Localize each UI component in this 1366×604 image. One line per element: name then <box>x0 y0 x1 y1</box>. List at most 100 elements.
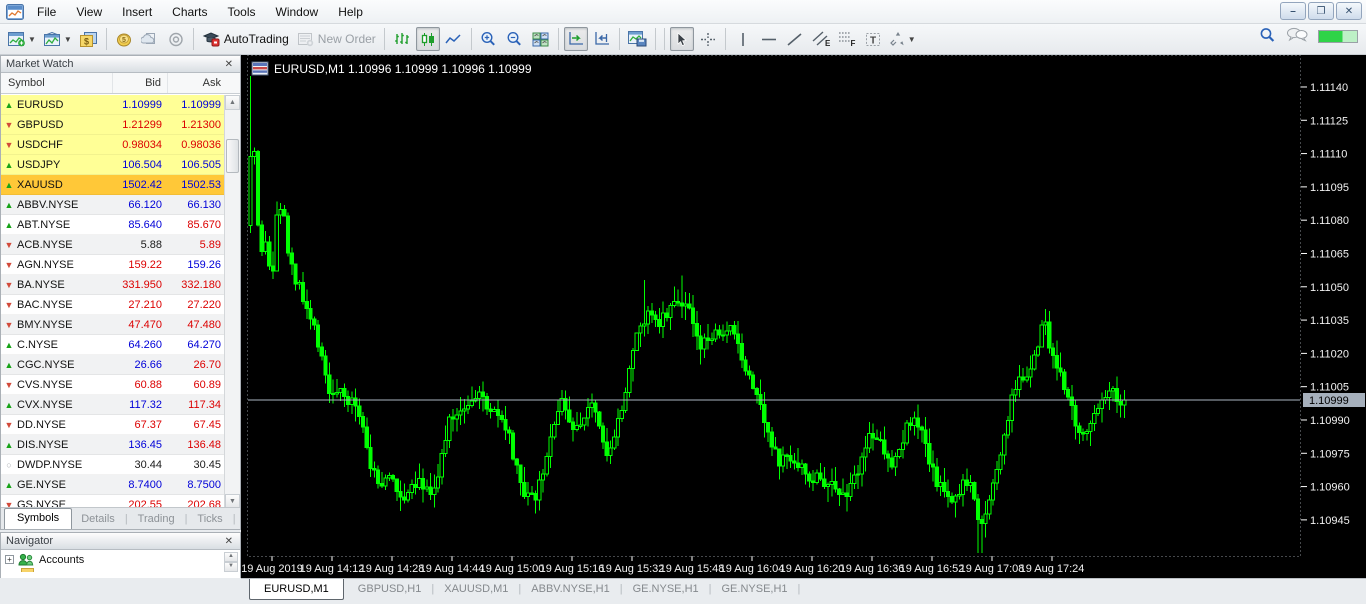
table-row-usdjpy[interactable]: ▲USDJPY106.504106.505 <box>1 155 225 175</box>
chart-tab-gbpusd-h1[interactable]: GBPUSD,H1 <box>348 579 432 598</box>
symbol-name: EURUSD <box>17 99 113 111</box>
chart-tab-abbv-nyse-h1[interactable]: ABBV.NYSE,H1 <box>521 579 619 598</box>
horizontal-line-tool-button[interactable] <box>757 27 781 51</box>
symbol-name: BAC.NYSE <box>17 299 113 311</box>
down-arrow-icon: ▼ <box>1 240 17 250</box>
column-ask[interactable]: Ask <box>168 73 225 93</box>
table-row-bmy.nyse[interactable]: ▼BMY.NYSE47.47047.480 <box>1 315 225 335</box>
menu-item-file[interactable]: File <box>27 1 66 23</box>
table-row-dd.nyse[interactable]: ▼DD.NYSE67.3767.45 <box>1 415 225 435</box>
tab-trading[interactable]: Trading <box>129 510 184 529</box>
new-chart-button[interactable]: ▼ <box>5 27 39 51</box>
trendline-tool-button[interactable] <box>783 27 807 51</box>
chart-shift-button[interactable] <box>590 27 614 51</box>
line-chart-mode-button[interactable] <box>442 27 466 51</box>
menu-item-tools[interactable]: Tools <box>218 1 266 23</box>
table-row-xauusd[interactable]: ▲XAUUSD1502.421502.53 <box>1 175 225 195</box>
search-icon[interactable] <box>1259 27 1276 46</box>
chart-window: 1.109991.111401.111251.111101.110951.110… <box>241 55 1366 578</box>
svg-text:19 Aug 14:44: 19 Aug 14:44 <box>420 563 485 575</box>
table-row-cgc.nyse[interactable]: ▲CGC.NYSE26.6626.70 <box>1 355 225 375</box>
chart-tab-ge-nyse-h1[interactable]: GE.NYSE,H1 <box>712 579 798 598</box>
table-row-acb.nyse[interactable]: ▼ACB.NYSE5.885.89 <box>1 235 225 255</box>
market-watch-scrollbar[interactable]: ▲ ▼ <box>224 95 240 509</box>
cursor-tool-button[interactable] <box>670 27 694 51</box>
tab-symbols[interactable]: Symbols <box>4 508 72 529</box>
vertical-line-tool-button[interactable] <box>731 27 755 51</box>
table-row-cvs.nyse[interactable]: ▼CVS.NYSE60.8860.89 <box>1 375 225 395</box>
minimize-button[interactable]: – <box>1280 2 1306 20</box>
table-row-eurusd[interactable]: ▲EURUSD1.109991.10999 <box>1 95 225 115</box>
bid-value: 8.7400 <box>113 479 168 491</box>
menu-item-charts[interactable]: Charts <box>162 1 217 23</box>
zoom-in-button[interactable] <box>477 27 501 51</box>
history-center-button[interactable]: 5 <box>112 27 136 51</box>
scroll-up-icon[interactable]: ▲ <box>225 95 240 110</box>
equidistant-channel-tool-button[interactable]: E <box>809 27 833 51</box>
close-button[interactable]: ✕ <box>1336 2 1362 20</box>
text-tool-button[interactable]: T <box>861 27 885 51</box>
crosshair-tool-button[interactable] <box>696 27 720 51</box>
toolbar-separator <box>106 28 107 50</box>
svg-text:19 Aug 17:08: 19 Aug 17:08 <box>960 563 1025 575</box>
table-row-cvx.nyse[interactable]: ▲CVX.NYSE117.32117.34 <box>1 395 225 415</box>
tab-details[interactable]: Details <box>72 510 124 529</box>
column-symbol[interactable]: Symbol <box>1 73 113 93</box>
table-row-ba.nyse[interactable]: ▼BA.NYSE331.950332.180 <box>1 275 225 295</box>
table-row-agn.nyse[interactable]: ▼AGN.NYSE159.22159.26 <box>1 255 225 275</box>
indicators-button[interactable] <box>625 27 650 51</box>
chart-tab-ge-nyse-h1[interactable]: GE.NYSE,H1 <box>623 579 709 598</box>
scroll-up-icon[interactable]: ▲ <box>224 552 238 562</box>
navigator-item-accounts[interactable]: + Accounts <box>1 551 225 568</box>
chart-tab-eurusd-m1[interactable]: EURUSD,M1 <box>249 579 344 600</box>
menu-item-window[interactable]: Window <box>266 1 329 23</box>
close-icon[interactable]: ✕ <box>223 59 235 70</box>
column-bid[interactable]: Bid <box>113 73 168 93</box>
fibonacci-tool-button[interactable]: F <box>835 27 859 51</box>
autotrading-button[interactable]: AutoTrading <box>199 27 292 51</box>
scrollbar-thumb[interactable] <box>226 139 239 173</box>
table-row-usdchf[interactable]: ▼USDCHF0.980340.98036 <box>1 135 225 155</box>
table-row-gbpusd[interactable]: ▼GBPUSD1.212991.21300 <box>1 115 225 135</box>
profiles-button[interactable]: ▼ <box>41 27 75 51</box>
table-row-bac.nyse[interactable]: ▼BAC.NYSE27.21027.220 <box>1 295 225 315</box>
publisher-button[interactable] <box>138 27 162 51</box>
zoom-out-button[interactable] <box>503 27 527 51</box>
new-order-button[interactable]: New Order <box>294 27 379 51</box>
navigator-scrollbar[interactable]: ▲ ▼ <box>224 552 239 572</box>
symbol-name: USDCHF <box>17 139 113 151</box>
table-row-dis.nyse[interactable]: ▲DIS.NYSE136.45136.48 <box>1 435 225 455</box>
bar-chart-mode-button[interactable] <box>390 27 414 51</box>
tile-windows-button[interactable] <box>529 27 553 51</box>
chart-canvas[interactable]: 1.109991.111401.111251.111101.110951.110… <box>241 55 1366 578</box>
ask-value: 117.34 <box>168 399 225 411</box>
market-watch-button[interactable]: $ <box>77 27 101 51</box>
svg-text:1.11005: 1.11005 <box>1310 382 1349 394</box>
arrows-tool-button[interactable]: ▼ <box>887 27 919 51</box>
candlestick-mode-button[interactable] <box>416 27 440 51</box>
scroll-down-icon[interactable]: ▼ <box>224 562 238 572</box>
tab-ticks[interactable]: Ticks <box>188 510 231 529</box>
news-button[interactable] <box>164 27 188 51</box>
ask-value: 26.70 <box>168 359 225 371</box>
bid-value: 136.45 <box>113 439 168 451</box>
ask-value: 85.670 <box>168 219 225 231</box>
svg-text:1.11065: 1.11065 <box>1310 248 1349 260</box>
menu-item-insert[interactable]: Insert <box>112 1 162 23</box>
menu-item-view[interactable]: View <box>66 1 112 23</box>
chart-tab-xauusd-m1[interactable]: XAUUSD,M1 <box>434 579 518 598</box>
auto-scroll-button[interactable] <box>564 27 588 51</box>
close-icon[interactable]: ✕ <box>223 536 235 547</box>
table-row-c.nyse[interactable]: ▲C.NYSE64.26064.270 <box>1 335 225 355</box>
menu-item-help[interactable]: Help <box>328 1 373 23</box>
symbol-name: DWDP.NYSE <box>17 459 113 471</box>
table-row-ge.nyse[interactable]: ▲GE.NYSE8.74008.7500 <box>1 475 225 495</box>
table-row-abt.nyse[interactable]: ▲ABT.NYSE85.64085.670 <box>1 215 225 235</box>
expand-icon[interactable]: + <box>5 555 14 564</box>
down-arrow-icon: ▼ <box>1 280 17 290</box>
symbol-name: USDJPY <box>17 159 113 171</box>
table-row-dwdp.nyse[interactable]: ○DWDP.NYSE30.4430.45 <box>1 455 225 475</box>
table-row-abbv.nyse[interactable]: ▲ABBV.NYSE66.12066.130 <box>1 195 225 215</box>
community-chat-icon[interactable] <box>1286 27 1308 46</box>
restore-button[interactable]: ❐ <box>1308 2 1334 20</box>
